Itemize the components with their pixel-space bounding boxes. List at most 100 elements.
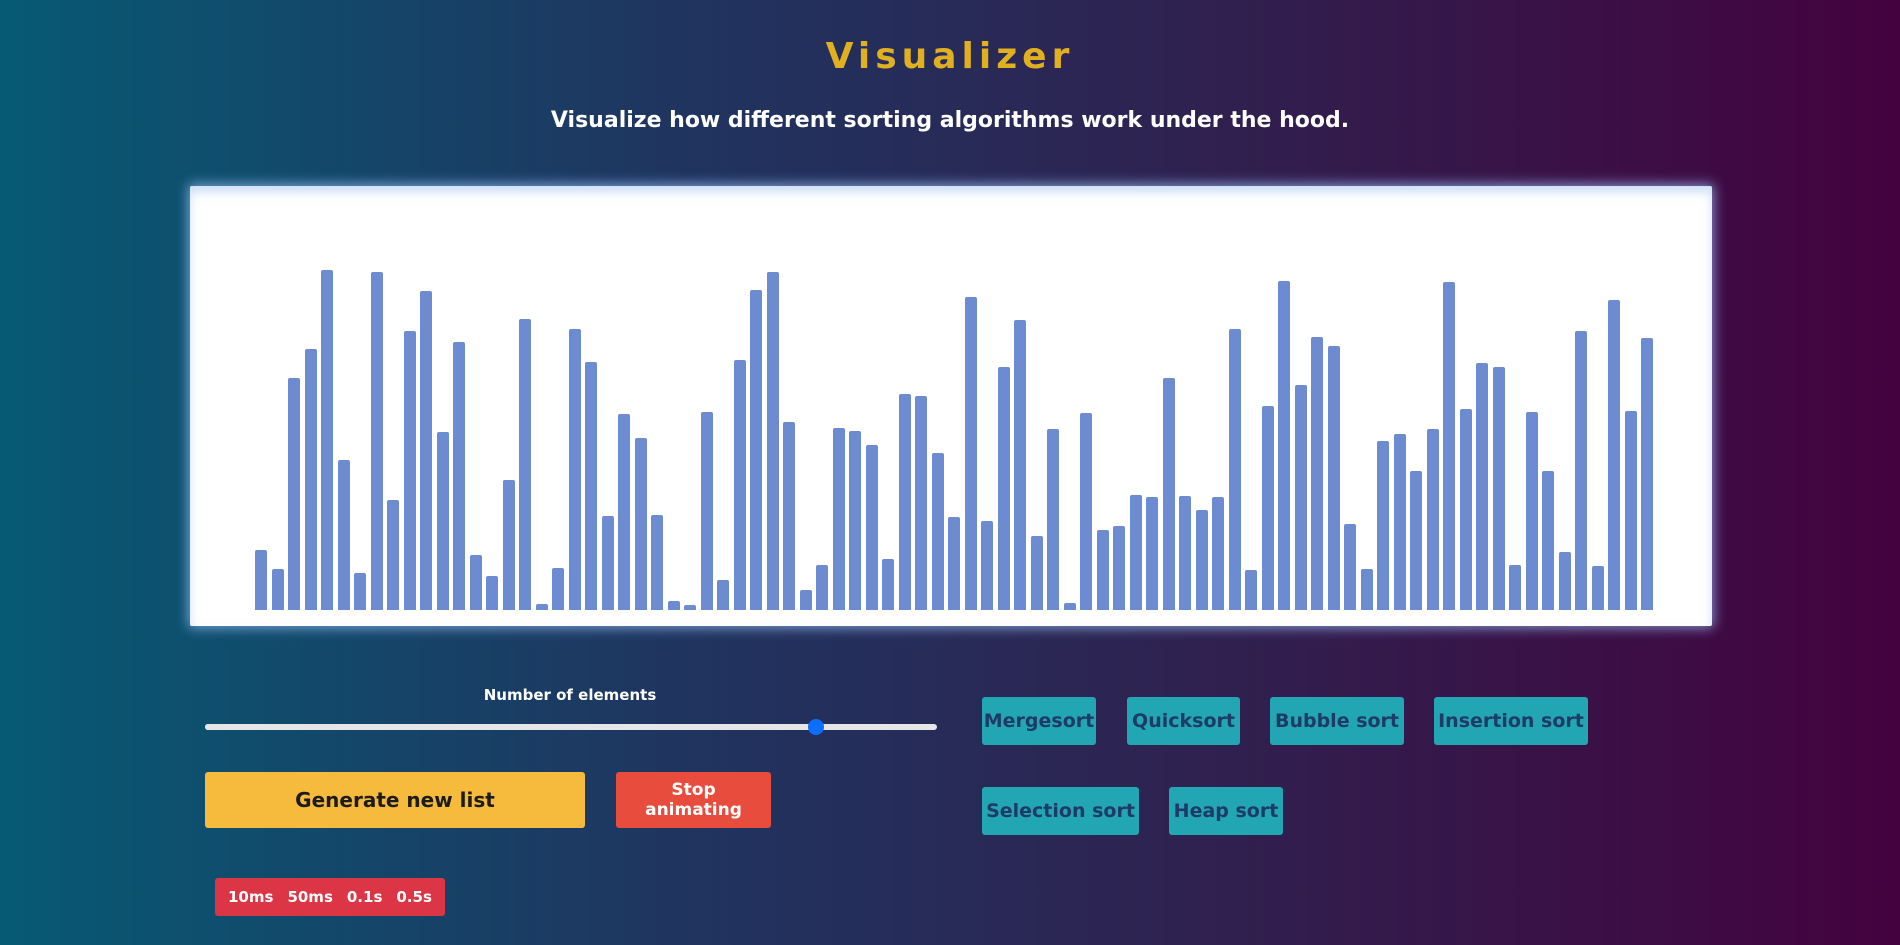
- array-bar: [733, 360, 746, 610]
- stop-animating-button[interactable]: Stop animating: [616, 772, 771, 828]
- array-bar: [684, 605, 696, 610]
- array-bar: [1410, 471, 1422, 610]
- array-bar: [948, 517, 960, 610]
- slider-label: Number of elements: [483, 686, 657, 704]
- array-bar: [832, 428, 845, 610]
- bars-panel: [190, 186, 1712, 626]
- array-bar: [799, 590, 812, 610]
- array-bar: [1245, 570, 1257, 610]
- array-bar: [1195, 510, 1208, 610]
- array-bar: [255, 550, 267, 610]
- array-bar: [1179, 496, 1191, 610]
- array-bar: [1542, 471, 1554, 610]
- array-bar: [1558, 552, 1571, 610]
- array-bar: [651, 515, 663, 610]
- array-bar: [750, 290, 762, 610]
- array-bar: [585, 362, 597, 610]
- array-bar: [667, 601, 680, 610]
- array-bar: [1426, 429, 1439, 610]
- array-bar: [1047, 429, 1059, 610]
- array-bar: [552, 568, 564, 610]
- array-bar: [1476, 363, 1488, 610]
- array-bar: [453, 342, 465, 610]
- array-bar: [1344, 524, 1356, 610]
- array-bar: [535, 604, 548, 610]
- array-bar: [568, 329, 581, 610]
- array-bar: [1393, 434, 1406, 610]
- array-bar: [865, 445, 878, 610]
- array-bar: [1641, 338, 1653, 610]
- array-bar: [1212, 497, 1224, 610]
- array-bar: [783, 422, 795, 610]
- array-bar: [1377, 441, 1389, 610]
- array-bar: [1162, 378, 1175, 610]
- array-bar: [816, 565, 828, 610]
- speed-button-group: 10ms 50ms 0.1s 0.5s: [215, 878, 445, 916]
- quicksort-button[interactable]: Quicksort: [1127, 697, 1240, 745]
- array-bar: [337, 460, 350, 610]
- array-bar: [1624, 411, 1637, 610]
- array-bar: [519, 319, 531, 610]
- array-bar: [700, 412, 713, 610]
- array-bar: [915, 396, 927, 610]
- array-bar: [486, 576, 498, 610]
- array-bar: [354, 573, 366, 610]
- generate-list-button[interactable]: Generate new list: [205, 772, 585, 828]
- array-bar: [370, 272, 383, 610]
- array-bar: [1327, 346, 1340, 610]
- array-bar: [403, 331, 416, 610]
- array-bar: [1080, 413, 1092, 610]
- selection-sort-button[interactable]: Selection sort: [982, 787, 1139, 835]
- array-bar: [766, 272, 779, 610]
- array-bar: [882, 559, 894, 610]
- array-bar: [436, 432, 449, 610]
- array-bar: [1146, 497, 1158, 610]
- array-bar: [981, 521, 993, 610]
- heap-sort-button[interactable]: Heap sort: [1169, 787, 1283, 835]
- array-bar: [898, 394, 911, 610]
- array-bar: [1014, 320, 1026, 610]
- array-bar: [1591, 566, 1604, 610]
- bar-chart: [190, 186, 1712, 626]
- speed-0.1s-button[interactable]: 0.1s: [340, 878, 390, 916]
- array-bar: [601, 516, 614, 610]
- array-bar: [1228, 329, 1241, 610]
- array-bar: [1063, 603, 1076, 610]
- array-bar: [1113, 526, 1125, 610]
- array-bar: [502, 480, 515, 610]
- speed-10ms-button[interactable]: 10ms: [221, 878, 280, 916]
- array-bar: [717, 580, 729, 610]
- array-bar: [469, 555, 482, 610]
- element-count-slider[interactable]: [205, 719, 937, 735]
- array-bar: [1311, 337, 1323, 610]
- mergesort-button[interactable]: Mergesort: [982, 697, 1096, 745]
- array-bar: [420, 291, 432, 610]
- speed-50ms-button[interactable]: 50ms: [280, 878, 339, 916]
- array-bar: [1608, 300, 1620, 610]
- array-bar: [1261, 406, 1274, 610]
- array-bar: [618, 414, 630, 610]
- array-bar: [849, 431, 861, 610]
- array-bar: [1509, 565, 1521, 610]
- array-bar: [1129, 495, 1142, 610]
- array-bar: [271, 569, 284, 610]
- array-bar: [321, 270, 333, 610]
- array-bar: [1443, 282, 1455, 610]
- slider-thumb[interactable]: [808, 719, 825, 735]
- array-bar: [1525, 412, 1538, 610]
- insertion-sort-button[interactable]: Insertion sort: [1434, 697, 1588, 745]
- array-bar: [1294, 385, 1307, 610]
- page-title: Visualizer: [825, 36, 1075, 77]
- array-bar: [1096, 530, 1109, 610]
- array-bar: [997, 367, 1010, 610]
- array-bar: [1492, 367, 1505, 610]
- slider-fill: [205, 724, 817, 730]
- array-bar: [1459, 409, 1472, 610]
- array-bar: [1278, 281, 1290, 610]
- speed-0.5s-button[interactable]: 0.5s: [389, 878, 439, 916]
- array-bar: [288, 378, 300, 610]
- page-subtitle: Visualize how different sorting algorith…: [550, 108, 1350, 133]
- bubble-sort-button[interactable]: Bubble sort: [1270, 697, 1404, 745]
- array-bar: [387, 500, 399, 610]
- array-bar: [931, 453, 944, 610]
